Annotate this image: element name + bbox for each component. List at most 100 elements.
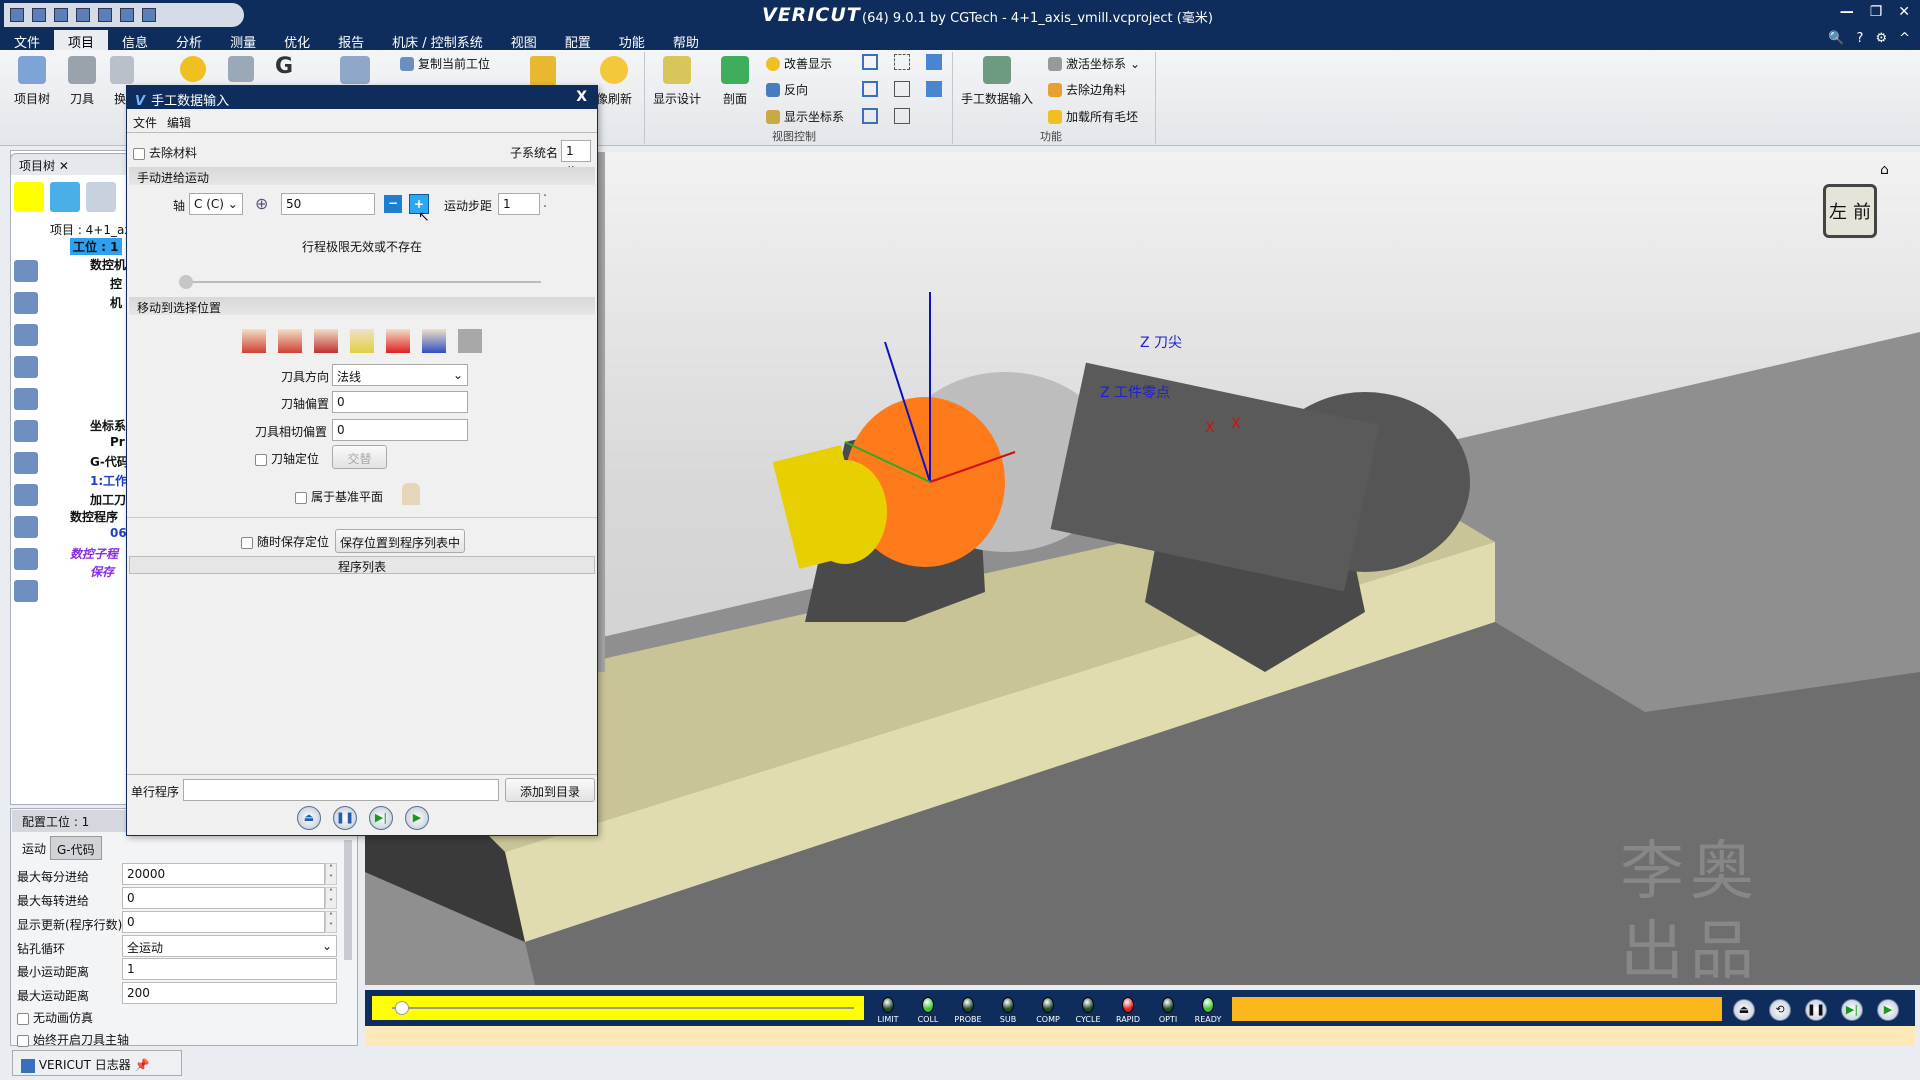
rewind-button[interactable]: ⟲ [1769,999,1791,1021]
project-tree-tab[interactable]: 项目树 ✕ [10,153,130,175]
tool-direction-select[interactable]: 法线 ⌄ [332,364,468,386]
pause-button[interactable]: ❚❚ [1805,999,1827,1021]
setup-icon[interactable] [340,56,370,84]
menu-view[interactable]: 视图 [497,30,551,51]
settings-gear-icon[interactable] [180,56,206,82]
improve-display-button[interactable]: 改善显示 [766,55,832,72]
3d-viewport[interactable]: Z 刀尖 Z 工件零点 X X 左前 ⌂ 李奥 出品 [365,152,1920,985]
tree-node-gcode[interactable]: G-代码 [90,453,129,470]
base-plane-checkbox[interactable]: 属于基准平面 [295,488,383,505]
layout-split-icon[interactable] [862,81,878,97]
move-to-edge-icon[interactable] [278,329,302,353]
scrollbar[interactable] [344,840,352,960]
save-anytime-checkbox[interactable]: 随时保存定位 [241,533,329,550]
menu-help[interactable]: 帮助 [659,30,713,51]
view-cube-left[interactable]: 左 [1829,198,1847,224]
tree-node-tooling[interactable]: 加工刀 [90,491,126,508]
layout-single-icon[interactable] [862,54,878,70]
subsystem-select[interactable]: 1 ⌄ [561,140,591,172]
single-line-input[interactable] [183,779,499,801]
drill-cycle-select[interactable]: 全运动 ⌄ [122,935,337,957]
axis-slider-track[interactable] [181,281,541,283]
gcode-icon[interactable]: G [275,54,293,79]
tool-off-icon[interactable] [530,56,556,86]
menu-analysis[interactable]: 分析 [162,30,216,51]
simulation-speed-slider[interactable] [372,996,864,1020]
view-orient-icon[interactable] [894,108,910,124]
axis-select[interactable]: C (C) ⌄ [189,193,243,215]
menu-functions[interactable]: 功能 [605,30,659,51]
tab-motion[interactable]: 运动 [16,836,52,860]
tab-gcode[interactable]: G-代码 [50,836,102,860]
layout-horizontal-icon[interactable] [862,108,878,124]
gear-icon[interactable]: ⚙ [1875,31,1887,46]
move-to-wall-icon[interactable] [458,329,482,353]
activate-coords-button[interactable]: 激活坐标系 ⌄ [1048,55,1140,72]
base-plane-icon[interactable] [402,483,420,505]
spinner[interactable]: ˄ ˅ [325,863,337,885]
restore-button[interactable]: ❐ [1870,4,1883,20]
show-coords-button[interactable]: 显示坐标系 [766,108,844,125]
stock-icon[interactable] [14,356,38,378]
setup-icon[interactable] [14,260,38,282]
section-button[interactable]: 剖面 [715,56,755,107]
step-input[interactable]: 1 [498,193,540,215]
play-button[interactable]: ▶ [1877,999,1899,1021]
tangent-offset-input[interactable]: 0 [332,419,468,441]
move-to-plane-icon[interactable] [422,329,446,353]
help-icon[interactable]: ? [1857,31,1864,46]
view-cube[interactable]: 左前 [1823,184,1877,238]
tree-node-nc-machine[interactable]: 数控机 [90,256,126,273]
control-icon[interactable] [14,292,38,314]
gcode-icon[interactable] [14,452,38,474]
reverse-button[interactable]: 反向 [766,81,808,98]
step-button[interactable]: ▶| [369,806,393,830]
tree-node-project[interactable]: 项目 : 4+1_ax [50,221,131,238]
attach-icon[interactable] [14,388,38,410]
menu-measure[interactable]: 测量 [216,30,270,51]
spinner[interactable]: ˄ ˅ [325,911,337,933]
fit-view-icon[interactable] [894,81,910,97]
tree-node-program-file[interactable]: 06 [110,526,127,540]
tree-node-setup[interactable]: 工位 : 1 [70,238,122,255]
subroutine-icon[interactable] [14,548,38,570]
tree-node-machine[interactable]: 机 [110,294,122,311]
min-motion-input[interactable]: 1 [122,958,337,980]
no-animation-checkbox[interactable]: 无动画仿真 [17,1009,93,1026]
move-xyz-icon[interactable] [386,329,410,353]
quick-access-toolbar[interactable] [4,3,244,27]
decrement-button[interactable]: − [384,195,402,213]
tree-node-saved-ip[interactable]: 保存 [90,563,114,580]
pin-icon[interactable]: 📌 [135,1058,150,1072]
tree-node-coord-systems[interactable]: 坐标系 [90,417,126,434]
copy-setup-button[interactable]: 复制当前工位 [400,55,490,72]
machine-icon[interactable] [14,324,38,346]
variables-icon[interactable] [228,56,254,82]
add-to-list-button[interactable]: 添加到目录 [505,778,595,802]
tree-node-nc-programs[interactable]: 数控程序 [70,508,118,525]
menu-project[interactable]: 项目 [54,30,109,51]
zoom-window-icon[interactable] [894,54,910,70]
display-design-button[interactable]: 显示设计 [650,56,704,107]
mdi-button[interactable]: 手工数据输入 [960,56,1034,107]
remove-material-checkbox[interactable]: 去除材料 [133,144,197,161]
dialog-title-bar[interactable]: V 手工数据输入 [127,86,597,109]
view-cube-front[interactable]: 前 [1853,198,1871,224]
layout-quad-icon[interactable] [926,54,942,70]
load-stocks-button[interactable]: 加载所有毛坯 [1048,108,1138,125]
menu-config[interactable]: 配置 [551,30,605,51]
ip-file-icon[interactable] [14,580,38,602]
save-to-list-button[interactable]: 保存位置到程序列表中 [335,529,465,553]
move-to-surface-icon[interactable] [350,329,374,353]
layout-quad2-icon[interactable] [926,81,942,97]
reset-button[interactable]: ⏏ [1733,999,1755,1021]
minimize-button[interactable]: — [1840,4,1854,20]
tree-node-control[interactable]: 控 [110,275,122,292]
pause-button[interactable]: ❚❚ [333,806,357,830]
tooling-icon[interactable] [14,484,38,506]
tool-axis-orient-checkbox[interactable]: 刀轴定位 [255,450,319,467]
axis-slider-knob[interactable] [179,275,193,289]
menu-machine[interactable]: 机床 / 控制系统 [378,30,497,51]
menu-optimize[interactable]: 优化 [270,30,324,51]
dialog-menu-edit[interactable]: 编辑 [167,114,191,131]
